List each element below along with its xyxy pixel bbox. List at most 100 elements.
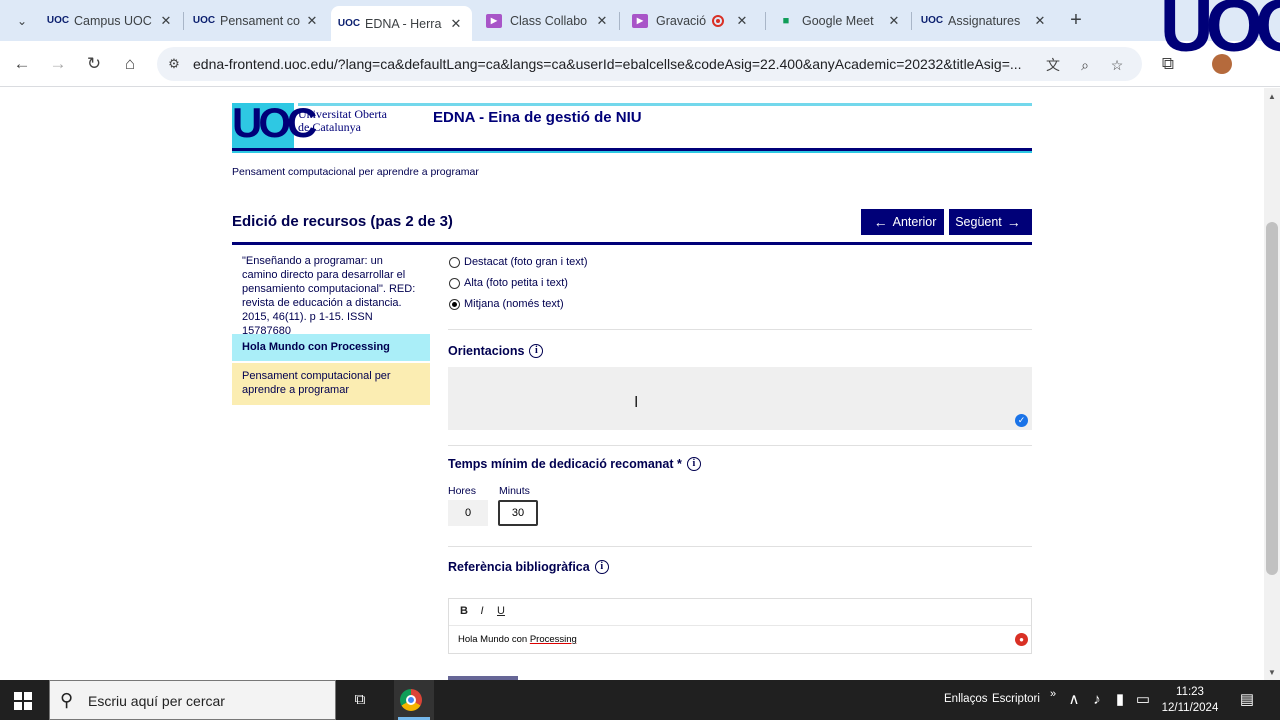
tab-separator xyxy=(183,12,184,30)
address-bar[interactable]: ⚙ edna-frontend.uoc.edu/?lang=ca&default… xyxy=(157,47,1142,81)
meet-icon: ■ xyxy=(782,14,790,27)
windows-taskbar: ⚲ Escriu aquí per cercar ⧉ Enllaços Escr… xyxy=(0,680,1280,720)
browser-toolbar: ← → ↻ ⌂ ⚙ edna-frontend.uoc.edu/?lang=ca… xyxy=(0,41,1280,87)
minuts-input[interactable]: 30 xyxy=(498,500,538,526)
referencia-editor[interactable]: B I U Hola Mundo con Processing ● xyxy=(448,598,1032,654)
radio-button-selected[interactable] xyxy=(449,298,460,310)
home-icon[interactable]: ⌂ xyxy=(118,52,142,76)
battery-icon[interactable]: ▮ xyxy=(1110,690,1130,710)
volume-icon[interactable]: ♪ xyxy=(1087,690,1107,710)
next-button-label: Següent xyxy=(955,215,1002,229)
tab-search-icon[interactable]: ⌄ xyxy=(12,11,32,31)
underline-button[interactable]: U xyxy=(494,605,508,619)
url-text[interactable]: edna-frontend.uoc.edu/?lang=ca&defaultLa… xyxy=(193,56,1033,72)
display-option-alta[interactable]: Alta (foto petita i text) xyxy=(449,275,568,291)
italic-button[interactable]: I xyxy=(475,605,489,619)
app-title: EDNA - Eina de gestió de NIU xyxy=(433,109,642,126)
tray-links[interactable]: Enllaços xyxy=(944,693,987,705)
referencia-label: Referència bibliogràfica i xyxy=(448,560,609,574)
tab-pensament[interactable]: UOC Pensament co ✕ xyxy=(186,6,328,35)
header-divider-cyan xyxy=(232,151,1032,153)
scrollbar-thumb[interactable] xyxy=(1266,222,1278,575)
spellcheck-icon[interactable]: ● xyxy=(1015,633,1028,646)
zoom-icon[interactable]: ⌕ xyxy=(1075,55,1095,75)
section-divider xyxy=(448,546,1032,547)
grammar-check-icon[interactable]: ✓ xyxy=(1015,414,1028,427)
close-icon[interactable]: ✕ xyxy=(158,13,174,29)
info-icon[interactable]: i xyxy=(529,344,544,358)
referencia-text[interactable]: Hola Mundo con Processing xyxy=(458,634,577,645)
chevron-right-icon[interactable]: » xyxy=(1043,684,1063,704)
display-option-mitjana[interactable]: Mitjana (només text) xyxy=(449,296,564,312)
display-option-destacat[interactable]: Destacat (foto gran i text) xyxy=(449,254,588,270)
subject-name: Pensament computacional per aprendre a p… xyxy=(232,166,479,178)
minuts-label: Minuts xyxy=(499,485,530,497)
next-button[interactable]: Següent → xyxy=(949,209,1032,235)
search-icon: ⚲ xyxy=(60,690,74,710)
new-tab-icon[interactable]: + xyxy=(1066,10,1086,30)
tab-label: Class Collabo xyxy=(510,13,588,28)
chrome-icon[interactable] xyxy=(400,689,422,711)
uoc-icon: UOC xyxy=(920,15,944,26)
uoc-icon: UOC xyxy=(192,15,216,26)
tray-desktop[interactable]: Escriptori xyxy=(992,693,1040,705)
tab-gravacio[interactable]: ▶ Gravació ✕ xyxy=(622,6,764,35)
scroll-down-icon[interactable]: ▼ xyxy=(1266,668,1278,678)
search-placeholder: Escriu aquí per cercar xyxy=(88,693,225,709)
tab-campus-uoc[interactable]: UOC Campus UOC ✕ xyxy=(40,6,182,35)
tab-label: Pensament co xyxy=(220,13,300,28)
referencia-label-text: Referència bibliogràfica xyxy=(448,560,590,574)
orientacions-textarea[interactable] xyxy=(448,367,1032,430)
site-info-icon[interactable]: ⚙ xyxy=(165,55,183,73)
hores-label: Hores xyxy=(448,485,477,497)
back-icon[interactable]: ← xyxy=(10,52,34,76)
sidebar-item-resource-1[interactable]: "Enseñando a programar: un camino direct… xyxy=(232,248,430,337)
tab-assignatures[interactable]: UOC Assignatures ✕ xyxy=(914,6,1056,35)
close-icon[interactable]: ✕ xyxy=(304,13,320,29)
close-icon[interactable]: ✕ xyxy=(448,16,464,32)
previous-button-label: Anterior xyxy=(892,215,937,229)
tab-edna[interactable]: UOC EDNA - Herra ✕ xyxy=(331,6,472,41)
taskbar-search[interactable]: ⚲ Escriu aquí per cercar xyxy=(49,680,336,720)
step-divider xyxy=(232,242,1032,245)
page-title: Edició de recursos (pas 2 de 3) xyxy=(232,213,453,230)
info-icon[interactable]: i xyxy=(686,457,701,471)
tab-google-meet[interactable]: ■ Google Meet ✕ xyxy=(768,6,910,35)
browser-tab-bar: ⌄ UOC Campus UOC ✕ UOC Pensament co ✕ UO… xyxy=(0,0,1280,41)
bold-button[interactable]: B xyxy=(457,605,471,619)
translate-icon[interactable]: 文 xyxy=(1043,55,1063,75)
close-icon[interactable]: ✕ xyxy=(594,13,610,29)
clock-date: 12/11/2024 xyxy=(1161,702,1219,714)
sidebar-item-resource-2[interactable]: Hola Mundo con Processing xyxy=(232,334,430,361)
reload-icon[interactable]: ↻ xyxy=(82,52,106,76)
info-icon[interactable]: i xyxy=(594,560,609,574)
notifications-icon[interactable]: ▤ xyxy=(1237,690,1257,710)
scroll-up-icon[interactable]: ▲ xyxy=(1266,92,1278,102)
radio-button[interactable] xyxy=(449,256,460,268)
close-icon[interactable]: ✕ xyxy=(886,13,902,29)
task-view-icon[interactable]: ⧉ xyxy=(350,690,370,710)
chevron-up-icon[interactable]: ∧ xyxy=(1064,690,1084,710)
forward-icon[interactable]: → xyxy=(46,52,70,76)
tab-separator xyxy=(911,12,912,30)
close-icon[interactable]: ✕ xyxy=(734,13,750,29)
referencia-text-misspelled: Processing xyxy=(529,634,577,645)
tab-label: Gravació xyxy=(656,13,707,28)
tab-label: Assignatures xyxy=(948,13,1021,28)
close-icon[interactable]: ✕ xyxy=(1032,13,1048,29)
orientacions-label: Orientacions i xyxy=(448,344,544,358)
tab-class-collab[interactable]: ▶ Class Collabo ✕ xyxy=(476,6,618,35)
sidebar-item-resource-3[interactable]: Pensament computacional per aprendre a p… xyxy=(232,363,430,405)
bookmark-star-icon[interactable]: ☆ xyxy=(1107,55,1127,75)
video-icon: ▶ xyxy=(632,13,648,28)
video-icon: ▶ xyxy=(486,13,502,28)
header-top-line xyxy=(298,103,1032,106)
windows-start-icon[interactable] xyxy=(14,692,32,710)
radio-label: Mitjana (només text) xyxy=(464,298,564,310)
radio-button[interactable] xyxy=(449,277,460,289)
hores-input[interactable]: 0 xyxy=(448,500,488,526)
taskbar-clock[interactable]: 11:23 12/11/2024 xyxy=(1150,684,1230,716)
previous-button[interactable]: ← Anterior xyxy=(861,209,944,235)
text-cursor-icon: I xyxy=(634,394,639,411)
radio-label: Destacat (foto gran i text) xyxy=(464,256,588,268)
